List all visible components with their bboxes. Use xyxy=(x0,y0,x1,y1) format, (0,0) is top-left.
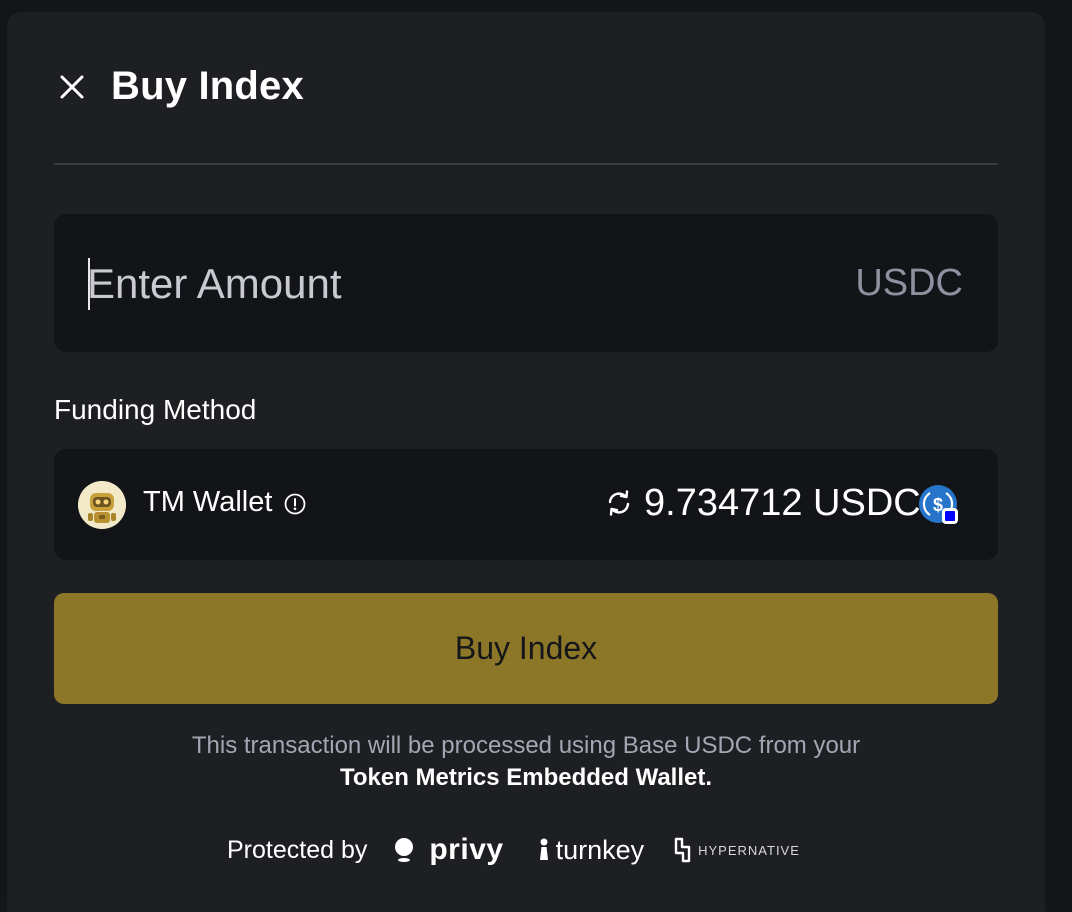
turnkey-logo: turnkey xyxy=(538,834,645,866)
buy-index-button[interactable]: Buy Index xyxy=(54,593,998,704)
security-partners: Protected by privy turnkey HYPERNATIVE xyxy=(227,830,800,870)
funding-method-selector[interactable]: TM Wallet 9.734712 USDC $ xyxy=(54,449,998,560)
amount-input-box[interactable]: USDC xyxy=(54,214,998,352)
usdc-base-icon: $ xyxy=(918,484,958,524)
text-caret xyxy=(88,258,90,310)
transaction-note: This transaction will be processed using… xyxy=(54,730,998,794)
amount-input[interactable] xyxy=(87,254,787,314)
wallet-name: TM Wallet xyxy=(143,486,273,518)
protected-by-label: Protected by xyxy=(227,835,368,864)
privy-logo-text: privy xyxy=(429,833,504,866)
info-icon[interactable] xyxy=(284,493,306,515)
hypernative-icon xyxy=(674,837,691,863)
hypernative-logo-text: HYPERNATIVE xyxy=(698,842,800,858)
privy-icon xyxy=(395,838,414,862)
funding-method-label: Funding Method xyxy=(54,394,257,425)
modal-title: Buy Index xyxy=(111,64,304,108)
turnkey-logo-text: turnkey xyxy=(555,834,645,865)
header-divider xyxy=(54,163,998,165)
refresh-icon[interactable] xyxy=(605,489,633,517)
turnkey-icon xyxy=(539,838,548,860)
hypernative-logo: HYPERNATIVE xyxy=(674,837,800,863)
close-icon[interactable] xyxy=(54,69,90,105)
privy-logo: privy xyxy=(393,833,503,867)
wallet-balance: 9.734712 USDC xyxy=(644,482,921,524)
transaction-note-wallet: Token Metrics Embedded Wallet. xyxy=(339,764,713,791)
buy-index-modal: Buy Index USDC Funding Method TM Wallet xyxy=(7,12,1045,912)
robot-avatar-icon xyxy=(78,481,126,529)
transaction-note-line1: This transaction will be processed using… xyxy=(191,732,861,759)
modal-header: Buy Index xyxy=(54,64,304,109)
amount-currency-label: USDC xyxy=(855,262,963,304)
svg-text:$: $ xyxy=(933,495,943,515)
